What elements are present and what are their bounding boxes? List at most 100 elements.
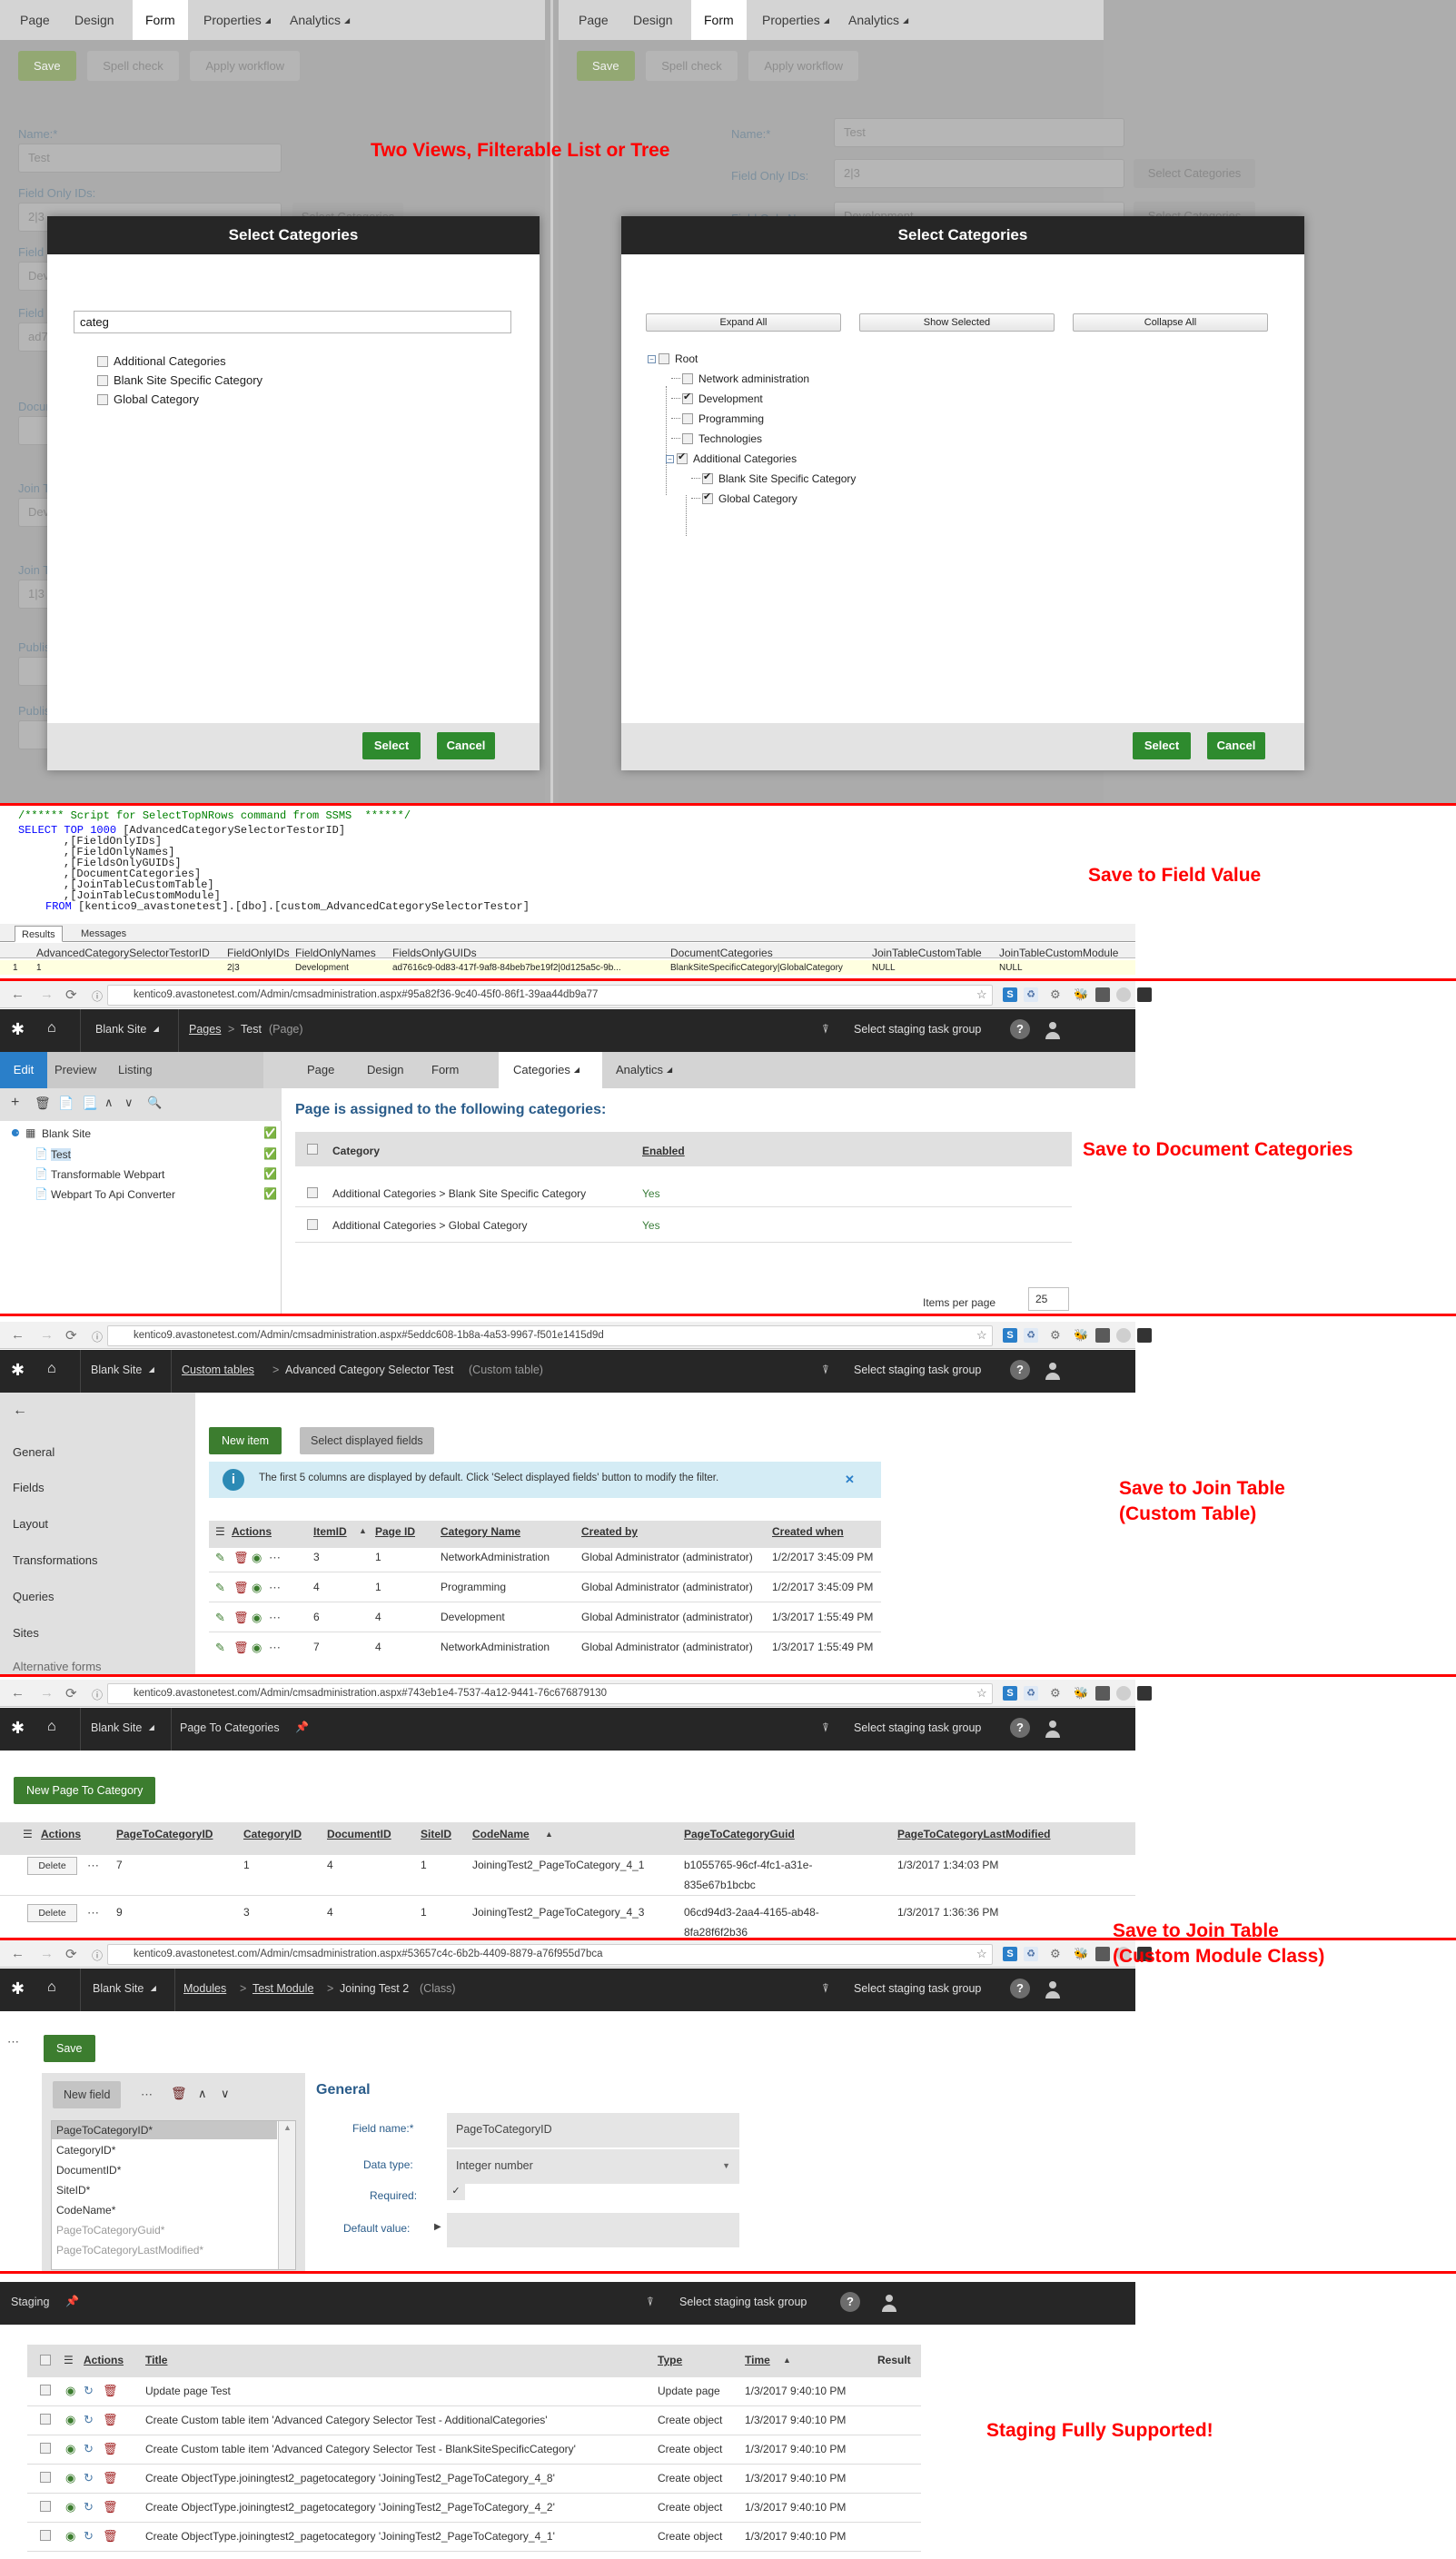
sync-icon[interactable]: ↻ — [84, 2471, 94, 2485]
tree-item-webpart-to-api-converter[interactable]: Webpart To Api Converter — [51, 1188, 175, 1201]
move-up-icon[interactable]: ∧ — [104, 1096, 114, 1110]
row-checkbox[interactable] — [40, 2530, 51, 2541]
move-down-icon[interactable]: ∨ — [124, 1096, 134, 1110]
extension-grid-icon[interactable] — [1137, 1328, 1152, 1343]
tree-node-additional-categories[interactable]: −Additional Categories — [666, 451, 797, 465]
dialog-cancel-button-2[interactable]: Cancel — [1207, 732, 1265, 759]
home-icon[interactable]: ⌂ — [47, 1020, 56, 1036]
view-icon[interactable]: ◉ — [252, 1641, 262, 1655]
tab-analytics-3[interactable]: Analytics ◢ — [616, 1052, 672, 1090]
staging-task-group-label-3[interactable]: Select staging task group — [854, 1721, 981, 1734]
extension-recycle-icon[interactable]: ♻ — [1024, 1328, 1038, 1343]
checkbox-row-blank-site-specific-category[interactable]: Blank Site Specific Category — [97, 373, 262, 387]
back-icon[interactable]: ← — [11, 1946, 25, 1961]
checkbox-icon[interactable] — [702, 491, 713, 504]
field-item-documentid[interactable]: DocumentID* — [56, 2164, 121, 2177]
home-icon[interactable]: ⌂ — [47, 1361, 56, 1377]
back-icon[interactable]: ← — [11, 1685, 25, 1701]
extension-grid-icon[interactable] — [1137, 1686, 1152, 1701]
select-all-checkbox[interactable] — [307, 1144, 318, 1155]
tab-properties[interactable]: Properties ◢ — [191, 0, 283, 40]
col-actions[interactable]: Actions — [84, 2354, 124, 2366]
move-field-down-icon[interactable]: ∨ — [221, 2087, 230, 2101]
extension-circle-icon[interactable] — [1116, 1328, 1131, 1343]
col-pagetocategoryguid[interactable]: PageToCategoryGuid — [684, 1828, 795, 1840]
help-icon[interactable]: ? — [1010, 1979, 1030, 1999]
tree-node-technologies[interactable]: Technologies — [671, 432, 762, 445]
col-fieldonlynames[interactable]: FieldOnlyNames — [295, 947, 376, 959]
select-all-checkbox[interactable] — [40, 2355, 51, 2366]
field-item-codename[interactable]: CodeName* — [56, 2204, 115, 2217]
collapse-icon[interactable]: − — [648, 355, 656, 363]
new-field-button[interactable]: New field — [53, 2081, 122, 2108]
checkbox-icon[interactable] — [97, 356, 108, 367]
tab-form-2[interactable]: Form — [691, 0, 747, 40]
columns-menu-icon[interactable]: ☰ — [23, 1828, 33, 1840]
field-item-categoryid[interactable]: CategoryID* — [56, 2144, 115, 2157]
view-icon[interactable]: ◉ — [65, 2413, 75, 2427]
checkbox-row-global-category[interactable]: Global Category — [97, 392, 199, 406]
tab-form-3[interactable]: Form — [431, 1052, 459, 1088]
breadcrumb-custom-tables[interactable]: Custom tables — [182, 1364, 254, 1376]
more-icon[interactable]: ⋯ — [87, 1906, 100, 1920]
show-selected-button[interactable]: Show Selected — [859, 313, 1055, 332]
staging-task-group-label[interactable]: Select staging task group — [854, 1023, 981, 1036]
delete-button-row-2[interactable]: Delete — [27, 1904, 77, 1922]
required-checkbox[interactable]: ✓ — [447, 2182, 465, 2200]
more-icon[interactable]: ⋯ — [269, 1581, 282, 1595]
field-item-pagetocategoryid[interactable]: PageToCategoryID* — [56, 2124, 153, 2137]
tab-design-2[interactable]: Design — [620, 0, 686, 40]
col-categoryid[interactable]: CategoryID — [243, 1828, 302, 1840]
checkbox-icon[interactable] — [97, 375, 108, 386]
close-icon[interactable]: ✕ — [845, 1473, 855, 1487]
view-icon[interactable]: ◉ — [65, 2442, 75, 2456]
info-icon[interactable]: ⓘ — [92, 1948, 103, 1963]
delete-page-icon[interactable]: 🗑 — [35, 1096, 51, 1111]
delete-icon[interactable]: 🗑 — [103, 2413, 118, 2427]
tree-node-root[interactable]: − Root — [648, 352, 698, 365]
tree-node-programming[interactable]: Programming — [671, 412, 764, 425]
reload-icon[interactable]: ⟳ — [65, 1685, 77, 1701]
new-page-to-category-button[interactable]: New Page To Category — [14, 1777, 156, 1804]
row-checkbox[interactable] — [307, 1219, 318, 1230]
extension-s-icon[interactable]: S — [1003, 1686, 1017, 1701]
tab-page-2[interactable]: Page — [566, 0, 621, 40]
extension-circle-icon[interactable] — [1116, 987, 1131, 1002]
col-itemid[interactable]: ItemID — [313, 1525, 347, 1538]
field-name-input[interactable]: PageToCategoryID — [447, 2113, 739, 2147]
pin-icon[interactable]: 📌 — [295, 1721, 309, 1733]
tab-page-3[interactable]: Page — [307, 1052, 334, 1088]
fields-scrollbar[interactable]: ▲ — [278, 2121, 295, 2269]
tab-messages[interactable]: Messages — [74, 926, 133, 942]
col-category[interactable]: Category — [332, 1145, 380, 1157]
delete-icon[interactable]: 🗑 — [233, 1581, 249, 1595]
view-icon[interactable]: ◉ — [252, 1611, 262, 1625]
view-icon[interactable]: ◉ — [65, 2471, 75, 2485]
extension-square-icon[interactable] — [1095, 987, 1110, 1002]
sidebar-more-icon[interactable]: ⋯ — [7, 2035, 20, 2049]
sidenav-item-sites[interactable]: Sites — [13, 1626, 39, 1640]
spell-check-button-2[interactable]: Spell check — [646, 51, 738, 81]
delete-icon[interactable]: 🗑 — [103, 2471, 118, 2485]
field-item-pagetocategorylastmodified[interactable]: PageToCategoryLastModified* — [56, 2244, 203, 2256]
row-checkbox[interactable] — [40, 2501, 51, 2512]
col-pagetocategoryid[interactable]: PageToCategoryID — [116, 1828, 213, 1840]
back-icon[interactable]: ← — [11, 1327, 25, 1343]
site-selector-2[interactable]: Blank Site ◢ — [91, 1364, 154, 1376]
delete-icon[interactable]: 🗑 — [233, 1551, 249, 1565]
tree-node-development[interactable]: Development — [671, 391, 763, 405]
move-page-icon[interactable]: 📃 — [82, 1096, 97, 1111]
field-item-pagetocategoryguid[interactable]: PageToCategoryGuid* — [56, 2224, 164, 2237]
url-input[interactable]: kentico9.avastonetest.com/Admin/cmsadmin… — [107, 1683, 993, 1704]
col-actions[interactable]: Actions — [232, 1525, 272, 1538]
category-search-input[interactable]: categ — [74, 311, 511, 333]
row-checkbox[interactable] — [40, 2443, 51, 2454]
delete-icon[interactable]: 🗑 — [233, 1641, 249, 1655]
sidenav-item-layout[interactable]: Layout — [13, 1517, 48, 1531]
url-input[interactable]: kentico9.avastonetest.com/Admin/cmsadmin… — [107, 1325, 993, 1346]
extension-bug-icon[interactable]: 🐝 — [1074, 987, 1088, 1002]
url-input[interactable]: kentico9.avastonetest.com/Admin/cmsadmin… — [107, 985, 993, 1006]
tab-design[interactable]: Design — [62, 0, 127, 40]
more-icon[interactable]: ⋯ — [269, 1611, 282, 1625]
sidenav-item-queries[interactable]: Queries — [13, 1590, 54, 1603]
